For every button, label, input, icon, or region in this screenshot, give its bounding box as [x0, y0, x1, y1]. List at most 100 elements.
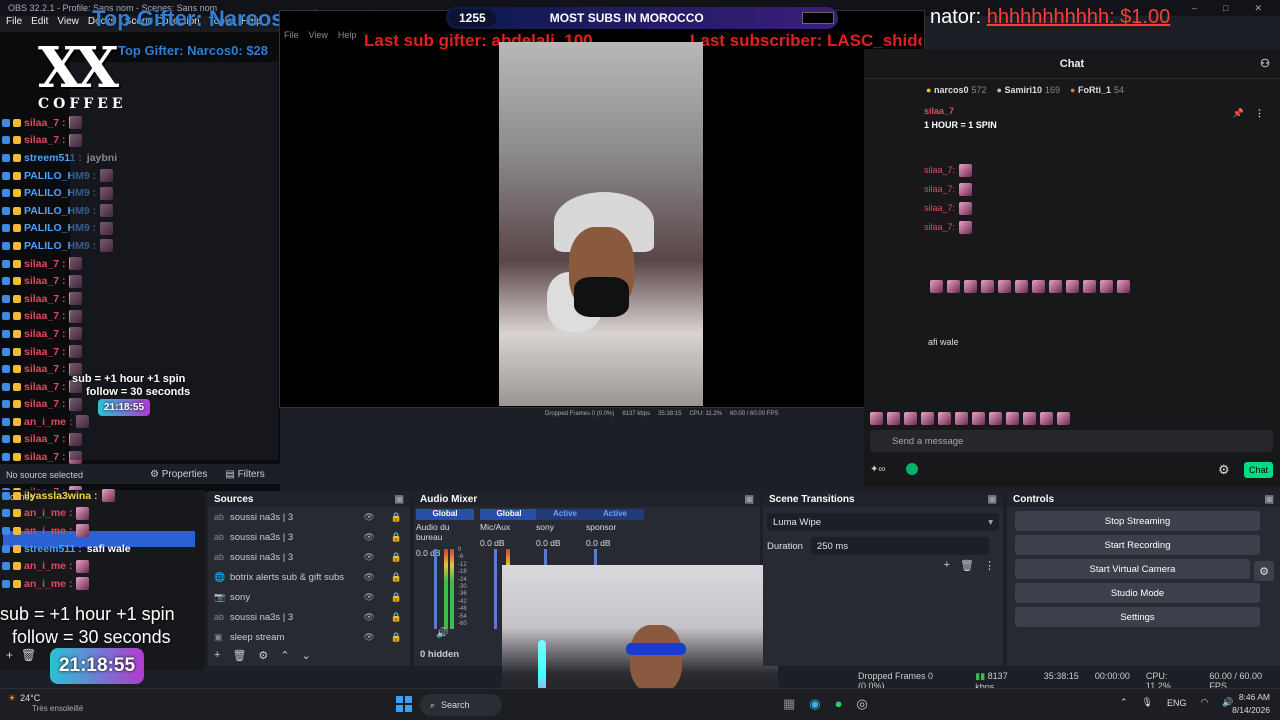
- send-message-input[interactable]: Send a message: [870, 430, 1273, 452]
- source-item[interactable]: 🌐 botrix alerts sub & gift subs 👁 🔒: [208, 567, 410, 587]
- windows-start-icon[interactable]: [396, 696, 412, 712]
- visibility-eye-icon[interactable]: 👁: [363, 572, 374, 583]
- sub-bar-box: [802, 12, 834, 24]
- badge-icon: [13, 491, 21, 500]
- more-icon[interactable]: ⋮: [1255, 108, 1264, 119]
- source-item[interactable]: 📷 sony 👁 🔒: [208, 587, 410, 607]
- obs-icon[interactable]: ◎: [857, 696, 868, 712]
- maximize-button[interactable]: □: [1223, 3, 1228, 14]
- fader-mic[interactable]: [494, 549, 497, 629]
- badge-icon: [13, 118, 21, 127]
- weather-desc: Très ensoleillé: [32, 704, 84, 713]
- lock-icon[interactable]: 🔒: [391, 552, 402, 563]
- taskbar-search[interactable]: ⌕ Search: [420, 694, 502, 716]
- close-button[interactable]: ✕: [1254, 3, 1262, 14]
- preview-menu-view[interactable]: View: [309, 30, 328, 40]
- badge-icon: [2, 277, 10, 286]
- badge-icon: [13, 562, 21, 571]
- remove-transition-icon[interactable]: 🗑: [960, 559, 974, 572]
- webcam-glasses: [626, 643, 686, 655]
- visibility-eye-icon[interactable]: 👁: [363, 512, 374, 523]
- source-item[interactable]: ab soussi na3s | 3 👁 🔒: [208, 527, 410, 547]
- channel-points-icon[interactable]: ✦∞: [870, 464, 886, 475]
- properties-button[interactable]: ⚙ Properties: [150, 469, 207, 480]
- transition-menu-icon[interactable]: ⋮: [984, 559, 995, 572]
- preview-menu-help[interactable]: Help: [338, 30, 357, 40]
- send-placeholder: Send a message: [892, 435, 964, 447]
- start-recording-button[interactable]: Start Recording: [1015, 535, 1260, 555]
- lock-icon[interactable]: 🔒: [391, 532, 402, 543]
- transition-select[interactable]: Luma Wipe ▾: [767, 513, 999, 531]
- clock[interactable]: 8:46 AM 8/14/2026: [1226, 692, 1270, 715]
- badge-icon: [2, 259, 10, 268]
- kick-icon[interactable]: [906, 463, 918, 475]
- last-subscriber: Last subscriber: LASC_shidou_y: [690, 31, 922, 50]
- mic-icon[interactable]: 🎙: [1142, 697, 1153, 708]
- meter-desktop: [444, 549, 448, 629]
- source-item[interactable]: ▣ sleep stream 👁 🔒: [208, 627, 410, 647]
- users-icon[interactable]: ⚇: [1260, 57, 1270, 70]
- lock-icon[interactable]: 🔒: [391, 632, 402, 643]
- menu-file[interactable]: File: [6, 16, 22, 32]
- gifter-1[interactable]: ● narcos0 572: [926, 85, 987, 95]
- tray-chevron-icon[interactable]: ⌃: [1120, 697, 1128, 708]
- sub-rule-small: sub = +1 hour +1 spin: [72, 373, 186, 385]
- add-source-icon[interactable]: +: [214, 649, 220, 662]
- menu-edit[interactable]: Edit: [31, 16, 48, 32]
- minimize-button[interactable]: –: [1192, 3, 1197, 14]
- visibility-eye-icon[interactable]: 👁: [363, 612, 374, 623]
- move-up-icon[interactable]: ⌃: [280, 649, 289, 662]
- settings-gear-icon[interactable]: ⚙: [1218, 462, 1230, 478]
- mute-icon[interactable]: 🔊: [436, 628, 448, 639]
- settings-button[interactable]: Settings: [1015, 607, 1260, 627]
- language-indicator[interactable]: ENG: [1167, 698, 1187, 708]
- source-gear-icon[interactable]: ⚙: [258, 649, 268, 662]
- badge-icon: [13, 453, 21, 462]
- app-icon[interactable]: ▦: [783, 696, 795, 712]
- top-donator-overlay: nator: hhhhhhhhhhh: $1.00: [930, 6, 1170, 29]
- start-virtual-camera-button[interactable]: Start Virtual Camera: [1015, 559, 1250, 579]
- stop-streaming-button[interactable]: Stop Streaming: [1015, 511, 1260, 531]
- chat-send-button[interactable]: Chat: [1244, 462, 1273, 478]
- gifter-2[interactable]: ● Samiri10 169: [997, 85, 1061, 95]
- badge-icon: [13, 189, 21, 198]
- visibility-eye-icon[interactable]: 👁: [363, 532, 374, 543]
- chat-username: silaa_7 :: [24, 116, 66, 129]
- filters-button[interactable]: ▤ Filters: [225, 469, 264, 480]
- add-transition-icon[interactable]: +: [944, 559, 950, 572]
- visibility-eye-icon[interactable]: 👁: [363, 632, 374, 643]
- chat-title: Chat: [1059, 57, 1085, 70]
- badge-icon: [2, 171, 10, 180]
- badge-icon: [2, 118, 10, 127]
- source-item[interactable]: ab soussi na3s | 3 👁 🔒: [208, 547, 410, 567]
- add-scene-icon[interactable]: +: [6, 648, 13, 662]
- visibility-eye-icon[interactable]: 👁: [363, 552, 374, 563]
- wifi-icon[interactable]: ◠: [1201, 697, 1209, 708]
- pin-icon[interactable]: 📌: [1233, 108, 1244, 119]
- trash-icon[interactable]: 🗑: [21, 648, 36, 662]
- menu-view[interactable]: View: [57, 16, 79, 32]
- move-down-icon[interactable]: ⌄: [302, 649, 311, 662]
- most-subs-label: MOST SUBS IN MOROCCO: [549, 11, 704, 25]
- lock-icon[interactable]: 🔒: [391, 572, 402, 583]
- duration-input[interactable]: 250 ms: [810, 537, 989, 555]
- source-item[interactable]: ab soussi na3s | 3 👁 🔒: [208, 507, 410, 527]
- weather-widget[interactable]: ☀ 24°C Très ensoleillé: [8, 693, 83, 713]
- lock-icon[interactable]: 🔒: [391, 592, 402, 603]
- preview-menu-file[interactable]: File: [284, 30, 299, 40]
- remove-source-icon[interactable]: 🗑: [232, 649, 246, 662]
- visibility-eye-icon[interactable]: 👁: [363, 592, 374, 603]
- fader-desktop[interactable]: [434, 549, 437, 629]
- source-type-icon: ▣: [214, 631, 223, 642]
- nested-fps: 60.00 / 60.00 FPS: [730, 411, 779, 417]
- studio-mode-button[interactable]: Studio Mode: [1015, 583, 1260, 603]
- edge-icon[interactable]: ◉: [809, 696, 820, 712]
- spotify-icon[interactable]: ●: [835, 696, 843, 712]
- source-item[interactable]: ab soussi na3s | 3 👁 🔒: [208, 607, 410, 627]
- nested-cpu: CPU: 11.2%: [689, 411, 723, 417]
- lock-icon[interactable]: 🔒: [391, 512, 402, 523]
- lock-icon[interactable]: 🔒: [391, 612, 402, 623]
- virtual-camera-gear-icon[interactable]: ⚙: [1254, 561, 1274, 581]
- gifter-3[interactable]: ● FoRti_1 54: [1070, 85, 1124, 95]
- chat-username: silaa_7 :: [24, 380, 66, 393]
